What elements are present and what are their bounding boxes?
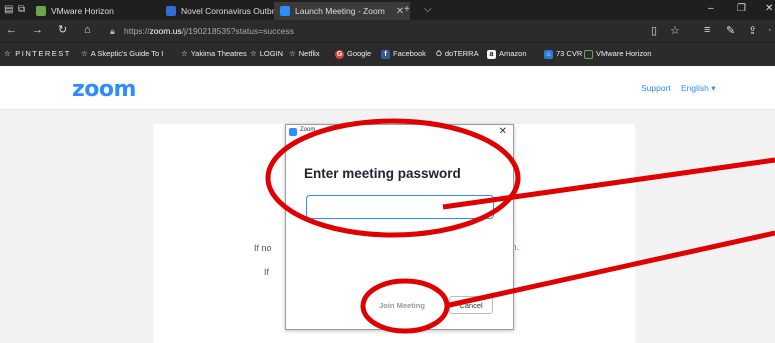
favorite-label: PINTEREST <box>15 49 71 58</box>
zoom-app-icon <box>289 128 297 136</box>
close-window-icon[interactable]: ✕ <box>765 3 773 14</box>
favorite-label: A Skeptic's Guide To I <box>90 49 164 58</box>
favorite-label: doTERRA <box>444 49 479 58</box>
star-icon: ☆ <box>81 49 88 58</box>
tab-label: VMware Horizon <box>51 6 114 16</box>
favorite-skeptics-guide[interactable]: ☆ A Skeptic's Guide To I <box>81 49 163 59</box>
cancel-button[interactable]: Cancel <box>449 296 493 314</box>
zoom-icon <box>280 6 290 16</box>
favorite-amazon[interactable]: a Amazon <box>487 49 527 59</box>
favorite-facebook[interactable]: f Facebook <box>381 49 426 59</box>
browser-tab-bar: ▤ ⧉ VMware Horizon Novel Coronavirus Out… <box>0 0 775 20</box>
notes-pen-icon[interactable]: ✎ <box>726 24 735 37</box>
monitor-icon <box>584 49 593 59</box>
meeting-password-input[interactable] <box>306 195 494 219</box>
dialog-heading: Enter meeting password <box>304 166 461 181</box>
url-host: zoom.us <box>149 26 182 36</box>
zoom-logo[interactable]: zoom <box>72 77 136 102</box>
lock-icon: 🔒︎ <box>110 26 115 36</box>
minimize-icon[interactable]: – <box>708 3 714 14</box>
favorite-label: LOGIN <box>259 49 284 58</box>
favorite-doterra[interactable]: ŌdoTERRA <box>436 49 479 59</box>
star-icon: ☆ <box>289 49 296 58</box>
home-icon[interactable]: ⌂ <box>84 24 91 37</box>
favorite-vmware-horizon[interactable]: VMware Horizon <box>584 49 651 59</box>
address-field[interactable]: 🔒︎ https://zoom.us/j/190218535?status=su… <box>108 23 678 39</box>
favorite-label: Amazon <box>499 49 527 58</box>
favorite-label: Yakima Theatres <box>190 49 247 58</box>
more-icon[interactable]: · <box>768 24 772 36</box>
amazon-icon: a <box>487 49 496 59</box>
star-icon: ☆ <box>250 49 257 58</box>
launch-secondary-text: If <box>264 267 270 277</box>
set-aside-tabs-icon[interactable]: ⧉ <box>18 4 25 16</box>
refresh-icon[interactable]: ↻ <box>58 24 67 37</box>
dialog-title: Zoom <box>300 127 316 133</box>
address-toolbar: ← → ↻ ⌂ 🔒︎ https://zoom.us/j/190218535?s… <box>0 20 775 42</box>
tab-coronavirus[interactable]: Novel Coronavirus Outbreal <box>160 2 292 20</box>
facebook-icon: f <box>381 49 390 59</box>
favorite-label: VMware Horizon <box>596 49 652 58</box>
tab-list-chevron-icon[interactable]: ⌵ <box>424 4 432 16</box>
vmware-icon <box>36 6 46 16</box>
tab-actions-icon[interactable]: ▤ <box>4 4 13 16</box>
favorite-login[interactable]: ☆ LOGIN <box>250 49 283 59</box>
tab-launch-meeting[interactable]: Launch Meeting - Zoom ✕ <box>274 2 411 20</box>
favorite-label: Netflix <box>298 49 320 58</box>
favorite-73-cvr[interactable]: ⌂ 73 CVR <box>544 49 582 59</box>
page-icon <box>166 6 176 16</box>
support-link[interactable]: Support <box>641 83 671 93</box>
favorite-star-icon[interactable]: ☆ <box>670 24 680 37</box>
tab-vmware-horizon[interactable]: VMware Horizon <box>30 2 120 20</box>
url-path: /j/190218535?status=success <box>181 26 294 36</box>
url-prefix: https:// <box>124 26 150 36</box>
password-dialog: Zoom ✕ Enter meeting password Join Meeti… <box>285 124 514 330</box>
caret-down-icon: ▾ <box>711 83 716 93</box>
close-icon[interactable]: ✕ <box>499 126 507 137</box>
favorite-netflix[interactable]: ☆ Netflix <box>289 49 320 59</box>
new-tab-icon[interactable]: + <box>404 4 410 16</box>
join-meeting-button[interactable]: Join Meeting <box>370 296 434 314</box>
favorite-label: 73 CVR <box>556 49 583 58</box>
cvr-icon: ⌂ <box>544 49 553 59</box>
launch-instructions-text: If no <box>254 243 272 253</box>
doterra-icon: Ō <box>436 49 442 58</box>
site-header: zoom Support English ▾ <box>0 66 775 110</box>
language-label: English <box>681 83 709 93</box>
favorite-google[interactable]: G Google <box>335 49 371 59</box>
back-icon[interactable]: ← <box>6 24 17 37</box>
google-icon: G <box>335 49 344 59</box>
star-icon: ☆ <box>181 49 188 58</box>
star-icon: ☆ <box>4 49 13 58</box>
favorite-label: Google <box>347 49 372 58</box>
favorites-hub-icon[interactable]: ≡ <box>704 24 710 36</box>
favorites-bar: ☆ PINTEREST ☆ A Skeptic's Guide To I ☆ Yaki… <box>0 42 775 66</box>
restore-icon[interactable]: ❐ <box>737 3 746 14</box>
favorite-pinterest[interactable]: ☆ PINTEREST <box>4 49 71 59</box>
forward-icon[interactable]: → <box>32 24 43 37</box>
language-selector[interactable]: English ▾ <box>681 83 716 94</box>
tab-label: Novel Coronavirus Outbreal <box>181 6 286 16</box>
favorite-label: Facebook <box>393 49 426 58</box>
tab-label: Launch Meeting - Zoom <box>295 6 385 16</box>
close-tab-icon[interactable]: ✕ <box>396 6 404 17</box>
reading-view-icon[interactable]: ▯ <box>651 24 657 37</box>
favorite-yakima-theatres[interactable]: ☆ Yakima Theatres <box>181 49 247 59</box>
share-icon[interactable]: ⇪ <box>748 24 757 37</box>
